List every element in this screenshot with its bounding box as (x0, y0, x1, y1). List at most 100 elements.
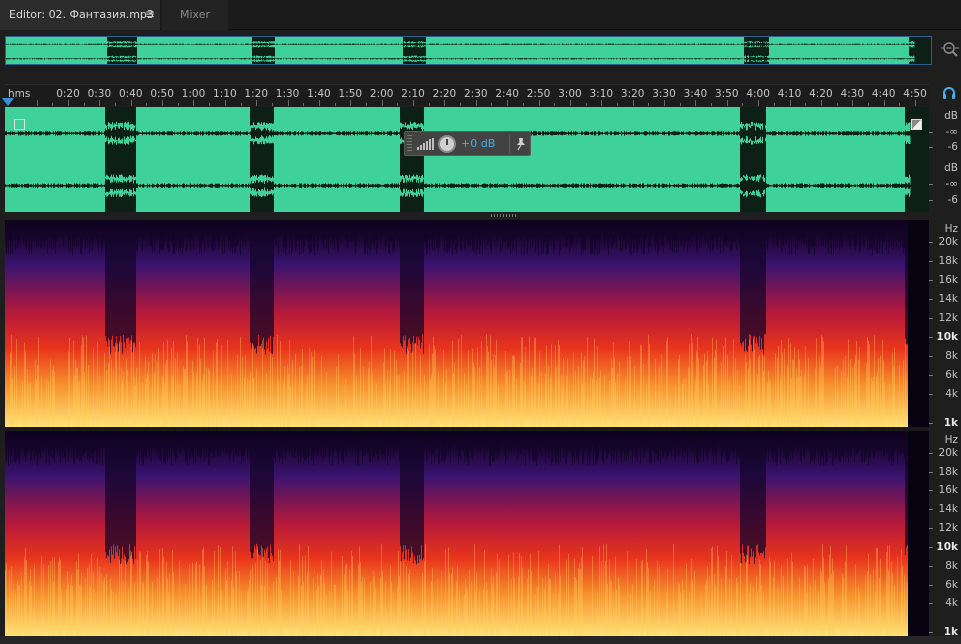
zoom-icon[interactable] (940, 39, 960, 61)
pin-icon[interactable] (515, 137, 527, 151)
ruler-tick (648, 103, 650, 106)
ruler-tick (413, 100, 415, 106)
ruler-tick (209, 103, 211, 106)
ruler-tick (836, 103, 838, 106)
tab-mixer[interactable]: Mixer (162, 0, 228, 30)
ruler-label: 2:50 (526, 88, 551, 100)
ruler-label: 1:50 (338, 88, 363, 100)
frequency-label: 18k (938, 465, 958, 478)
waveform-display[interactable] (5, 107, 929, 212)
ruler-label: 2:00 (369, 88, 394, 100)
ruler-tick (115, 103, 117, 106)
volume-knob-icon[interactable] (438, 135, 456, 153)
amp-ch2-minus6: -6 (947, 194, 958, 206)
ruler-tick (366, 103, 367, 106)
frequency-tick (929, 318, 933, 319)
frequency-tick (929, 452, 933, 454)
amp-ch1-unit: dB (944, 110, 958, 122)
spectrogram-end-silence (908, 431, 929, 636)
ruler-label: 0:50 (150, 88, 174, 100)
ruler-label: 1:30 (275, 88, 300, 100)
ruler-label: 1:40 (307, 88, 331, 100)
frequency-tick (929, 375, 933, 376)
fade-in-handle[interactable] (14, 119, 25, 130)
ruler-tick (146, 103, 148, 106)
frequency-label: 14k (938, 503, 958, 516)
ruler-tick (162, 100, 164, 106)
ruler-tick (381, 100, 383, 106)
ruler-tick (256, 100, 258, 106)
ruler-tick (507, 100, 509, 106)
frequency-label: 10k (936, 540, 958, 553)
ruler-tick (852, 100, 854, 106)
frequency-label: 12k (938, 522, 958, 535)
ruler-label: 3:10 (589, 88, 614, 100)
frequency-tick (929, 509, 933, 511)
ruler-label: 3:50 (714, 88, 739, 100)
ruler-tick (883, 100, 885, 106)
overview-waveform (6, 37, 931, 64)
hud-grip[interactable] (407, 135, 412, 152)
hud-separator (509, 135, 510, 153)
frequency-tick (929, 242, 933, 243)
ruler-label: 2:30 (464, 88, 488, 100)
frequency-label: 14k (938, 293, 958, 305)
ruler-label: 1:10 (213, 88, 237, 100)
ruler-tick (99, 100, 101, 106)
ruler-tick (711, 103, 713, 106)
ruler-tick (726, 100, 728, 106)
waveform-channel-1 (6, 37, 931, 52)
menu-icon[interactable]: ≡ (143, 0, 157, 30)
frequency-label: 8k (945, 350, 958, 362)
ruler-tick (397, 103, 399, 106)
headphones-icon[interactable] (942, 86, 956, 100)
frequency-tick (929, 632, 933, 634)
frequency-tick (929, 337, 933, 338)
frequency-scale-channel-2: Hz 20k 18k 16k 14k 12k 10k 8k 6k 4k 1k (929, 431, 961, 638)
frequency-label: 4k (945, 388, 958, 400)
volume-value[interactable]: +0 dB (461, 137, 495, 150)
level-meter-icon (417, 138, 434, 150)
spectral-display-channel-1[interactable] (5, 220, 929, 427)
amp-ch2-unit: dB (944, 162, 958, 174)
ruler-tick (350, 100, 352, 106)
ruler-tick (585, 103, 587, 106)
ruler-label: 0:30 (87, 88, 112, 100)
fade-out-handle[interactable] (911, 119, 922, 130)
spectrogram-channel-2 (5, 431, 929, 636)
spectral-display-channel-2[interactable] (5, 431, 929, 636)
ruler-tick (491, 103, 493, 106)
frequency-tick (929, 603, 933, 605)
ruler-tick (522, 103, 524, 106)
ruler-tick (271, 103, 273, 106)
volume-hud: +0 dB (404, 131, 531, 156)
frequency-tick (929, 423, 933, 424)
frequency-label: 18k (938, 255, 958, 267)
tab-editor[interactable]: Editor: 02. Фантазия.mp3 (0, 0, 160, 30)
frequency-tick (929, 546, 933, 548)
time-ruler[interactable]: hms 0:20 0:30 0:40 0:50 1:00 1:10 1:20 1:30 1:40… (2, 84, 929, 106)
overview-navigator[interactable] (5, 36, 932, 65)
spectrogram-end-silence (908, 220, 929, 427)
ruler-tick (36, 100, 38, 106)
ruler-label: 0:40 (118, 88, 143, 100)
ruler-label: 4:30 (840, 88, 865, 100)
ruler-tick (789, 100, 791, 106)
ruler-label: 2:20 (432, 88, 457, 100)
frequency-scale-channel-1: Hz 20k 18k 16k 14k 12k 10k 8k 6k 4k 1k (929, 220, 961, 429)
ruler-label: 0:20 (56, 88, 80, 100)
ruler-tick (318, 100, 320, 106)
frequency-tick (929, 261, 933, 262)
ruler-label: 2:10 (401, 88, 425, 100)
ruler-tick (68, 100, 69, 106)
ruler-label: 4:10 (777, 88, 802, 100)
waveform-channel-2 (5, 159, 929, 212)
amp-ch1-minus6: -6 (947, 141, 958, 153)
ruler-tick (460, 103, 462, 106)
frequency-tick (929, 394, 933, 395)
playhead-marker[interactable] (2, 98, 14, 106)
status-strip (0, 636, 961, 644)
ruler-tick (538, 100, 540, 106)
panel-divider-grip[interactable] (491, 214, 517, 217)
spectrogram-channel-1 (5, 220, 929, 427)
